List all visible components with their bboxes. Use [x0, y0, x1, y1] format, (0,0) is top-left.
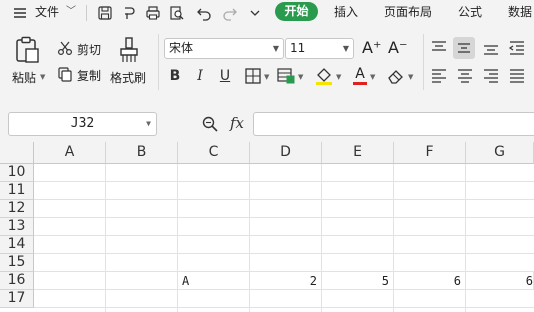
cell-E16[interactable]: 5 — [322, 272, 394, 290]
font-size-value: 11 — [290, 41, 306, 55]
copy-icon[interactable] — [57, 66, 73, 82]
column-header[interactable]: C — [178, 142, 250, 164]
row-header[interactable]: 15 — [0, 254, 34, 272]
formula-bar: J32 ▼ fx — [0, 104, 534, 140]
bold-button[interactable]: B — [166, 67, 184, 85]
chevron-down-icon: ▼ — [342, 44, 349, 53]
cell-G16[interactable]: 6 — [466, 272, 534, 290]
paste-button[interactable]: 粘贴 — [12, 69, 36, 86]
select-all-corner[interactable] — [0, 142, 34, 164]
clear-dropdown-icon[interactable]: ▼ — [408, 73, 413, 81]
font-color-swatch — [353, 82, 367, 85]
italic-button[interactable]: I — [191, 67, 209, 85]
save-icon[interactable] — [95, 3, 115, 23]
eraser-icon[interactable] — [386, 66, 406, 86]
cell-style-dropdown-icon[interactable]: ▼ — [298, 73, 303, 81]
align-middle-icon[interactable] — [453, 37, 475, 59]
chevron-down-icon: ▼ — [146, 119, 151, 128]
zoom-search-icon[interactable] — [201, 115, 219, 133]
copy-button[interactable]: 复制 — [77, 67, 101, 84]
quick-access-dropdown-icon[interactable] — [245, 3, 265, 23]
font-size-select[interactable]: 11 ▼ — [285, 38, 354, 59]
column-header[interactable]: F — [394, 142, 466, 164]
tab-formula[interactable]: 公式 — [458, 0, 482, 26]
paste-dropdown-icon[interactable]: ▼ — [40, 73, 45, 81]
print-icon[interactable] — [143, 3, 163, 23]
underline-button[interactable]: U — [216, 67, 234, 85]
borders-dropdown-icon[interactable]: ▼ — [264, 73, 269, 81]
fill-color-icon[interactable] — [314, 66, 334, 86]
shrink-font-button[interactable]: A⁻ — [388, 38, 407, 57]
column-header[interactable]: A — [34, 142, 106, 164]
font-color-glyph: A — [355, 66, 365, 82]
align-top-icon[interactable] — [429, 39, 449, 57]
row-header[interactable]: 14 — [0, 236, 34, 254]
align-center-icon[interactable] — [455, 67, 475, 85]
tab-insert[interactable]: 插入 — [334, 0, 358, 26]
ribbon-divider — [423, 34, 424, 90]
redo-icon[interactable] — [220, 3, 240, 23]
chevron-down-icon: ▼ — [272, 44, 279, 53]
file-menu[interactable]: 文件 — [35, 0, 59, 26]
name-box-value: J32 — [70, 116, 95, 131]
paste-icon[interactable] — [14, 36, 40, 64]
cut-button[interactable]: 剪切 — [77, 41, 101, 58]
format-icon[interactable] — [119, 3, 139, 23]
cell-F16[interactable]: 6 — [394, 272, 466, 290]
font-name-value: 宋体 — [169, 41, 194, 55]
name-box[interactable]: J32 ▼ — [8, 112, 157, 136]
align-left-icon[interactable] — [429, 67, 449, 85]
tab-start[interactable]: 开始 — [275, 2, 318, 21]
row-header[interactable]: 12 — [0, 200, 34, 218]
file-menu-chevron-icon[interactable]: ﹀ — [66, 0, 76, 26]
row-header[interactable]: 13 — [0, 218, 34, 236]
font-name-select[interactable]: 宋体 ▼ — [164, 38, 284, 59]
borders-icon[interactable] — [244, 67, 262, 85]
divider — [86, 5, 87, 21]
font-color-dropdown-icon[interactable]: ▼ — [370, 73, 375, 81]
row-header[interactable]: 16 — [0, 272, 34, 290]
column-header[interactable]: G — [466, 142, 534, 164]
row-header[interactable]: 11 — [0, 182, 34, 200]
ribbon-divider — [158, 34, 159, 90]
format-painter-button[interactable]: 格式刷 — [110, 69, 146, 86]
undo-icon[interactable] — [194, 3, 214, 23]
row-header[interactable]: 17 — [0, 290, 34, 308]
row-header[interactable]: 10 — [0, 164, 34, 182]
insert-function-button[interactable]: fx — [230, 114, 244, 132]
formula-input[interactable] — [253, 112, 534, 136]
hamburger-menu-icon[interactable] — [10, 3, 30, 23]
decrease-indent-icon[interactable] — [507, 39, 527, 57]
ribbon: 粘贴 ▼ 剪切 复制 格式刷 宋体 ▼ 11 ▼ A⁺ A⁻ B I U ▼ ▼… — [0, 26, 534, 95]
column-header[interactable]: D — [250, 142, 322, 164]
cell-C16[interactable]: A — [178, 272, 250, 290]
print-preview-icon[interactable] — [167, 3, 187, 23]
align-bottom-icon[interactable] — [481, 39, 501, 57]
cell-style-icon[interactable] — [276, 67, 296, 85]
menu-bar: 文件 ﹀ 开始 插入 页面布局 公式 数据 — [0, 0, 534, 26]
justify-icon[interactable] — [507, 67, 527, 85]
tab-data[interactable]: 数据 — [508, 0, 532, 26]
column-header[interactable]: E — [322, 142, 394, 164]
spreadsheet-grid: A B C D E F G 10 11 12 13 14 15 16 17 A … — [0, 142, 534, 312]
column-header[interactable]: B — [106, 142, 178, 164]
cell-D16[interactable]: 2 — [250, 272, 322, 290]
tab-page-layout[interactable]: 页面布局 — [384, 0, 432, 26]
format-painter-icon[interactable] — [117, 36, 141, 64]
grow-font-button[interactable]: A⁺ — [362, 38, 381, 57]
fill-color-dropdown-icon[interactable]: ▼ — [336, 73, 341, 81]
scissors-icon[interactable] — [57, 40, 73, 56]
font-color-button[interactable]: A — [352, 66, 368, 86]
align-right-icon[interactable] — [481, 67, 501, 85]
